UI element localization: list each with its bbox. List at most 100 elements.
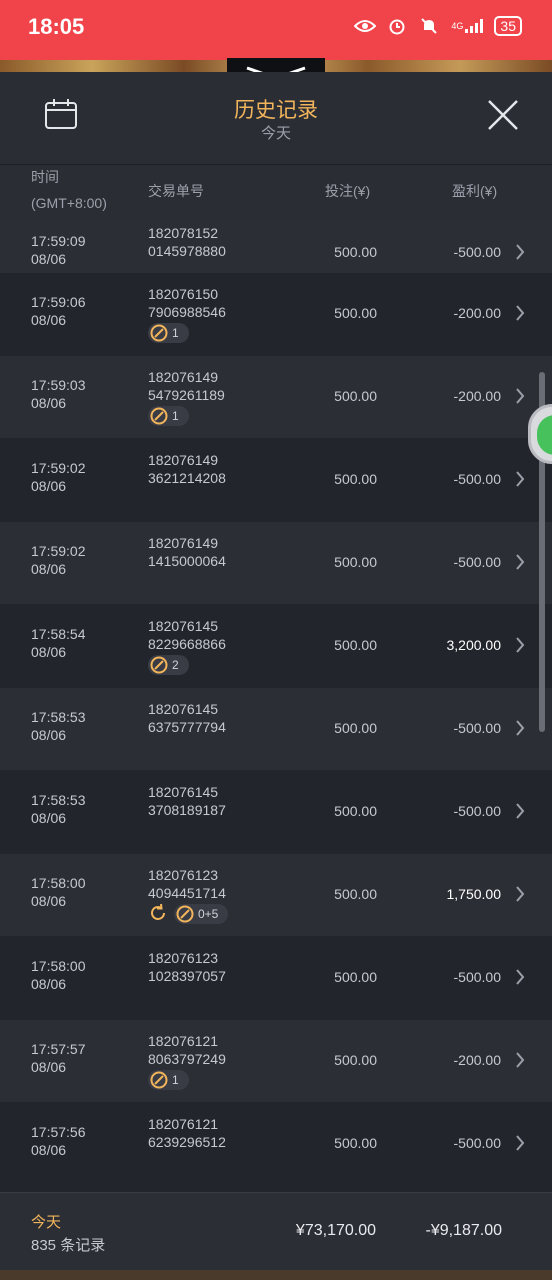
row-order-suffix: 0145978880 xyxy=(148,243,226,259)
table-row[interactable]: 17:59:02 08/06 182076149 1415000064 500.00… xyxy=(0,522,552,604)
row-stake: 500.00 xyxy=(334,637,377,653)
combo-badge: 1 xyxy=(148,323,189,343)
page-title: 历史记录 xyxy=(234,99,318,122)
close-icon xyxy=(488,100,518,130)
chevron-right-icon xyxy=(516,886,525,902)
alarm-icon xyxy=(386,16,408,36)
chevron-right-icon xyxy=(516,803,525,819)
row-date: 08/06 xyxy=(31,561,67,577)
row-stake: 500.00 xyxy=(334,969,377,985)
table-row[interactable]: 17:58:00 08/06 182076123 4094451714 0+5 50… xyxy=(0,854,552,936)
record-count: 835 条记录 xyxy=(31,1237,106,1254)
badge-count: 1 xyxy=(172,409,179,423)
close-button[interactable] xyxy=(486,98,520,137)
parlay-icon xyxy=(150,324,168,342)
row-order-suffix: 3621214208 xyxy=(148,470,226,486)
row-stake: 500.00 xyxy=(334,244,377,260)
row-stake: 500.00 xyxy=(334,388,377,404)
table-row[interactable]: 17:57:56 08/06 182076121 6239296512 500.00… xyxy=(0,1103,552,1185)
calendar-button[interactable] xyxy=(44,98,78,135)
col-stake: 投注(¥) xyxy=(325,183,371,199)
row-date: 08/06 xyxy=(31,976,67,992)
row-date: 08/06 xyxy=(31,727,67,743)
refresh-icon xyxy=(151,903,165,920)
row-date: 08/06 xyxy=(31,644,67,660)
row-time: 17:57:57 xyxy=(31,1041,86,1057)
table-row[interactable]: 17:59:02 08/06 182076149 3621214208 500.00… xyxy=(0,439,552,521)
combo-badge: 0+5 xyxy=(174,904,229,924)
row-order: 182076145 xyxy=(148,784,219,800)
row-date: 08/06 xyxy=(31,893,67,909)
row-pnl: -500.00 xyxy=(453,720,501,736)
battery-level: 35 xyxy=(494,16,522,36)
row-order-suffix: 6375777794 xyxy=(148,719,226,735)
total-pnl: -¥9,187.00 xyxy=(425,1222,502,1239)
table-header: 时间 (GMT+8:00) 交易单号 投注(¥) 盈利(¥) xyxy=(0,164,552,222)
parlay-icon xyxy=(150,656,168,674)
chevron-right-icon xyxy=(516,969,525,985)
table-row[interactable]: 17:59:06 08/06 182076150 7906988546 1 500.… xyxy=(0,273,552,355)
row-date: 08/06 xyxy=(31,312,67,328)
row-order-suffix: 1415000064 xyxy=(148,553,226,569)
row-stake: 500.00 xyxy=(334,305,377,321)
row-stake: 500.00 xyxy=(334,471,377,487)
page-subtitle[interactable]: 今天 xyxy=(0,122,552,143)
col-timezone: (GMT+8:00) xyxy=(31,195,107,211)
table-row[interactable]: 17:58:00 08/06 182076123 1028397057 500.00… xyxy=(0,937,552,1019)
row-date: 08/06 xyxy=(31,395,67,411)
row-order-suffix: 5479261189 xyxy=(148,387,225,403)
history-list[interactable]: 17:59:09 08/06 182078152 0145978880 500.00… xyxy=(0,222,552,1192)
row-time: 17:57:56 xyxy=(31,1124,86,1140)
summary-footer: 今天 835 条记录 ¥73,170.00 -¥9,187.00 xyxy=(0,1192,552,1270)
chevron-right-icon xyxy=(516,388,525,404)
row-time: 17:58:00 xyxy=(31,875,86,891)
row-pnl: -500.00 xyxy=(453,969,501,985)
row-order: 182076149 xyxy=(148,452,219,468)
row-order: 182076149 xyxy=(148,369,219,385)
chevron-right-icon xyxy=(516,1052,525,1068)
parlay-icon xyxy=(176,905,194,923)
row-order: 182076121 xyxy=(148,1033,219,1049)
row-order: 182076150 xyxy=(148,286,219,302)
chat-icon xyxy=(537,415,552,455)
table-row[interactable]: 17:59:03 08/06 182076149 5479261189 1 500.… xyxy=(0,356,552,438)
row-order: 182076123 xyxy=(148,950,219,966)
row-time: 17:59:06 xyxy=(31,294,86,310)
row-order-suffix: 8229668866 xyxy=(148,636,226,652)
row-pnl: -500.00 xyxy=(453,803,501,819)
calendar-icon xyxy=(45,99,77,129)
row-pnl: 3,200.00 xyxy=(446,637,502,653)
total-stake: ¥73,170.00 xyxy=(295,1222,376,1239)
row-order: 182076145 xyxy=(148,618,219,634)
combo-badge: 1 xyxy=(148,1070,189,1090)
col-time: 时间 xyxy=(31,169,59,185)
row-stake: 500.00 xyxy=(334,1135,377,1151)
table-row[interactable]: 17:58:53 08/06 182076145 6375777794 500.00… xyxy=(0,688,552,770)
col-order: 交易单号 xyxy=(148,183,204,199)
eye-icon xyxy=(354,16,377,36)
row-order: 182076121 xyxy=(148,1116,219,1132)
row-order: 182078152 xyxy=(148,225,219,241)
status-time: 18:05 xyxy=(28,14,85,39)
row-stake: 500.00 xyxy=(334,803,377,819)
chevron-right-icon xyxy=(516,244,525,260)
row-time: 17:59:09 xyxy=(31,233,86,249)
combo-badge: 1 xyxy=(148,406,189,426)
row-date: 08/06 xyxy=(31,1142,67,1158)
status-icons: 4G 35 xyxy=(354,16,522,36)
signal-icon: 4G xyxy=(450,16,484,36)
table-row[interactable]: 17:57:57 08/06 182076121 8063797249 1 500.… xyxy=(0,1020,552,1102)
table-row[interactable]: 17:58:54 08/06 182076145 8229668866 2 500.… xyxy=(0,605,552,687)
row-time: 17:59:02 xyxy=(31,543,86,559)
table-row[interactable]: 17:58:53 08/06 182076145 3708189187 500.00… xyxy=(0,771,552,853)
row-stake: 500.00 xyxy=(334,886,377,902)
row-time: 17:59:02 xyxy=(31,460,86,476)
badge-count: 1 xyxy=(172,326,179,340)
network-type: 4G xyxy=(451,21,464,31)
badge-count: 1 xyxy=(172,1073,179,1087)
row-date: 08/06 xyxy=(31,478,67,494)
mute-icon xyxy=(418,16,440,36)
row-time: 17:58:53 xyxy=(31,792,86,808)
row-order-suffix: 6239296512 xyxy=(148,1134,226,1150)
row-pnl: -500.00 xyxy=(453,471,501,487)
